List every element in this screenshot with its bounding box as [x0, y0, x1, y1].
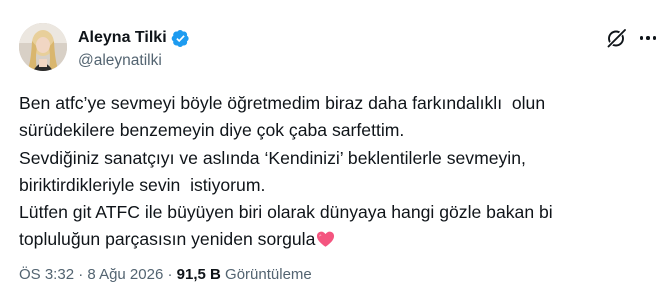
tweet-line: Ben atfc’ye sevmeyi böyle öğretmedim bir…: [19, 93, 546, 113]
more-options-icon[interactable]: [637, 27, 659, 49]
meta-separator: ·: [74, 266, 88, 283]
meta-separator: ·: [163, 266, 177, 283]
tweet-line: biriktirdikleriyle sevin istiyorum.: [19, 174, 266, 195]
sparkling-heart-emoji: [316, 229, 335, 248]
tweet-line: Sevdiğiniz sanatçıyı ve aslında ‘Kendini…: [19, 147, 526, 168]
tweet-line-last: topluluğun parçasısın yeniden sorgula: [19, 226, 639, 253]
display-name[interactable]: Aleyna Tilki: [78, 28, 167, 48]
tweet-line: sürüdekilere benzemeyin diye çok çaba sa…: [19, 120, 405, 141]
avatar[interactable]: [19, 23, 67, 71]
grok-icon[interactable]: [605, 27, 627, 49]
verified-badge-icon: [171, 29, 190, 48]
tweet-time[interactable]: ÖS 3:32: [19, 266, 74, 283]
author-info: Aleyna Tilki @aleynatilki: [78, 28, 190, 71]
tweet-card: Aleyna Tilki @aleynatilki Ben atfc’ye se…: [0, 0, 672, 303]
tweet-line: Lütfen git ATFC ile büyüyen biri olarak …: [19, 202, 553, 223]
tweet-line: topluluğun parçasısın yeniden sorgula: [19, 229, 316, 250]
tweet-meta: ÖS 3:32 · 8 Ağu 2026 · 91,5 B Görüntülem…: [19, 265, 312, 285]
tweet-text: Ben atfc’ye sevmeyi böyle öğretmedim bir…: [19, 90, 639, 254]
name-row: Aleyna Tilki: [78, 28, 190, 48]
profile-photo: [19, 23, 67, 71]
views-count: 91,5 B: [176, 266, 221, 283]
tweet-date[interactable]: 8 Ağu 2026: [87, 266, 163, 283]
handle[interactable]: @aleynatilki: [78, 51, 190, 71]
views-label: Görüntüleme: [225, 266, 312, 283]
